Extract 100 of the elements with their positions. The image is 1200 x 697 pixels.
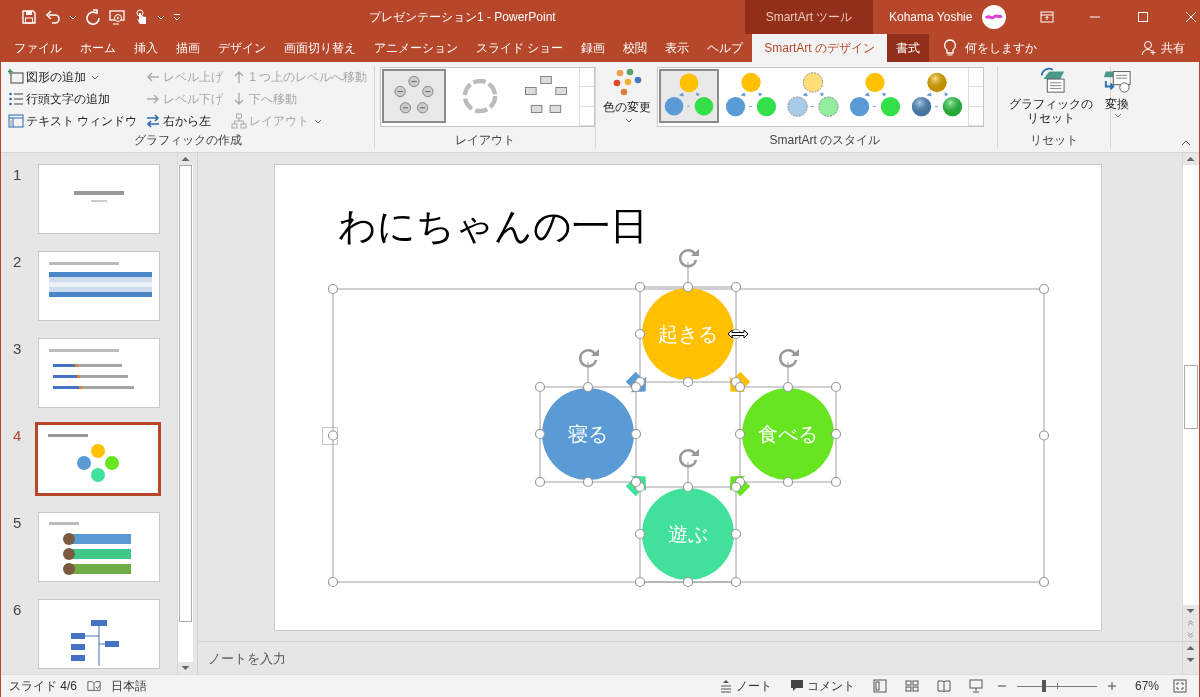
slide-number: 1 <box>12 166 23 185</box>
diagram-node[interactable] <box>741 388 834 480</box>
presenter-icon[interactable] <box>109 9 125 25</box>
caret-icon <box>91 73 99 81</box>
ribbon-tab[interactable]: 挿入 <box>125 34 167 62</box>
avatar[interactable] <box>982 5 1007 29</box>
caret-icon[interactable] <box>69 13 77 21</box>
lightbulb-icon[interactable] <box>943 39 957 57</box>
node-label: 食べる <box>757 422 818 446</box>
reading-view-icon[interactable] <box>936 679 951 693</box>
ribbon-tab[interactable]: ファイル <box>5 34 71 62</box>
ribbon-tab[interactable]: SmartArt のデザイン <box>752 34 887 62</box>
slide-scrollbar[interactable] <box>1182 153 1199 641</box>
slide-number: 4 <box>12 427 23 446</box>
comments-button[interactable]: コメント <box>785 677 859 695</box>
comment-icon <box>789 679 804 693</box>
node-selection-box[interactable] <box>634 481 741 588</box>
command-button[interactable]: テキスト ウィンドウ <box>6 110 140 132</box>
language-indicator[interactable]: 日本語 <box>111 677 147 695</box>
ribbon-tab[interactable]: 画面切り替え <box>275 34 365 62</box>
ribbon-button[interactable]: 変換 <box>1097 66 1136 119</box>
ribbon-tab[interactable]: 表示 <box>656 34 699 62</box>
window-title: プレゼンテーション1 - PowerPoint <box>369 8 557 26</box>
scroll-thumb[interactable] <box>1184 365 1198 429</box>
ribbon-tab[interactable]: デザイン <box>209 34 275 62</box>
slide-sorter-icon[interactable] <box>904 679 919 693</box>
notes-icon <box>718 679 733 693</box>
command-button[interactable]: 行頭文字の追加 <box>6 88 140 110</box>
ribbon-tab[interactable]: スライド ショー <box>467 34 573 62</box>
ribbon-tab[interactable]: アニメーション <box>365 34 467 62</box>
node-label: 起きる <box>657 322 718 346</box>
redo-icon[interactable] <box>85 9 101 25</box>
node-label: 遊ぶ <box>667 522 708 546</box>
accessibility-icon[interactable] <box>87 679 101 693</box>
slide-number: 6 <box>12 601 23 620</box>
slide-thumbnail[interactable] <box>38 164 160 234</box>
ribbon-tab[interactable]: ヘルプ <box>698 34 753 62</box>
save-icon[interactable] <box>21 9 37 25</box>
diagram-node[interactable] <box>641 488 734 580</box>
swap-arrows-icon <box>145 113 162 129</box>
diagram-node[interactable] <box>541 388 634 480</box>
selection-frame[interactable] <box>327 283 1049 588</box>
notes-field[interactable]: ノートを入力 <box>198 642 1182 674</box>
layout-option[interactable] <box>382 69 447 123</box>
rotate-handle-icon[interactable] <box>578 349 599 383</box>
thumbnail-scrollbar[interactable] <box>177 153 193 674</box>
bullet-list-icon <box>8 91 24 107</box>
command-button[interactable]: 図形の追加 <box>6 66 140 88</box>
collapse-ribbon-icon[interactable] <box>1181 140 1191 146</box>
ribbon-tab[interactable]: 書式 <box>887 34 929 62</box>
node-selection-box[interactable] <box>634 281 741 388</box>
zoom-level[interactable]: 67% <box>1134 679 1159 693</box>
caret-icon <box>1114 111 1123 119</box>
ribbon-tab[interactable]: ホーム <box>71 34 125 62</box>
rotate-handle-icon[interactable] <box>678 449 699 483</box>
slide-thumbnail[interactable] <box>38 599 160 669</box>
slide-title: わにちゃんの一日 <box>337 207 648 245</box>
change-colors-button[interactable]: 色の変更 <box>601 66 654 126</box>
ribbon-tab[interactable]: 録画 <box>572 34 615 62</box>
slide-counter: スライド 4/6 <box>9 677 77 695</box>
close-icon[interactable] <box>1184 11 1199 23</box>
notes-button[interactable]: ノート <box>714 677 776 695</box>
normal-view-icon[interactable] <box>872 679 887 693</box>
undo-icon[interactable] <box>45 9 61 25</box>
node-label: 寝る <box>567 422 608 446</box>
add-shape-icon <box>8 69 24 85</box>
resize-cursor-icon <box>727 329 748 339</box>
rotate-handle-icon[interactable] <box>678 249 699 283</box>
caret-icon[interactable] <box>157 13 165 21</box>
ribbon-tab[interactable]: 描画 <box>167 34 209 62</box>
slide-thumbnail[interactable] <box>38 251 160 321</box>
zoom-in-icon[interactable] <box>1106 681 1117 691</box>
tell-me-field[interactable]: 何をしますか <box>963 40 1057 56</box>
group-label: グラフィックの作成 <box>132 132 243 148</box>
ribbon-button[interactable]: グラフィックのリセット <box>1003 66 1098 125</box>
person-add-icon <box>1141 40 1157 56</box>
slide-thumbnail[interactable] <box>38 338 160 408</box>
ribbon-display-icon[interactable] <box>1040 11 1055 23</box>
group-label: リセット <box>1029 132 1080 148</box>
user-name[interactable]: Kohama Yoshie <box>889 10 973 24</box>
scroll-thumb[interactable] <box>179 165 192 622</box>
slide-number: 5 <box>12 514 23 533</box>
style-option[interactable] <box>659 69 720 123</box>
rotate-handle-icon[interactable] <box>778 349 799 383</box>
diagram-node[interactable] <box>641 288 734 380</box>
slide-number: 3 <box>12 340 23 359</box>
slideshow-icon[interactable] <box>968 679 983 693</box>
customize-icon[interactable] <box>173 13 181 21</box>
node-selection-box[interactable] <box>534 381 641 488</box>
share-button[interactable]: 共有 <box>1135 34 1199 62</box>
maximize-icon[interactable] <box>1136 11 1151 23</box>
touch-icon[interactable] <box>133 9 149 25</box>
slide-thumbnail[interactable] <box>35 422 161 496</box>
fit-to-window-icon[interactable] <box>1173 679 1187 693</box>
command-button[interactable]: 右から左 <box>143 110 226 132</box>
slide-thumbnail[interactable] <box>38 512 160 582</box>
ribbon-tab[interactable]: 校閲 <box>614 34 657 62</box>
node-selection-box[interactable] <box>734 381 841 488</box>
slide-number: 2 <box>12 253 23 272</box>
text-pane-icon <box>8 113 24 129</box>
